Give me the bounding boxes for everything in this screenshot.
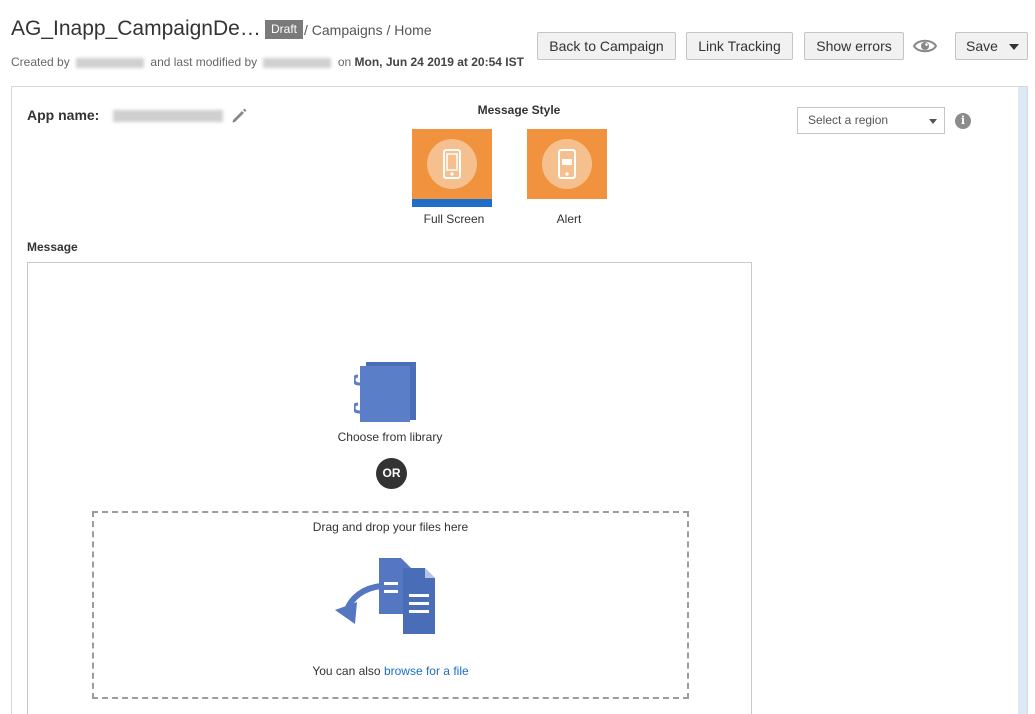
phone-alert-icon — [558, 149, 576, 179]
vertical-scrollbar[interactable] — [1018, 87, 1027, 714]
dropzone-label: Drag and drop your files here — [312, 520, 469, 534]
file-dropzone[interactable]: Drag and drop your files here You can al… — [92, 511, 689, 699]
file-upload-icon — [335, 558, 435, 634]
back-to-campaign-button[interactable]: Back to Campaign — [537, 32, 676, 60]
style-label-full-screen: Full Screen — [423, 212, 485, 226]
modified-info: Created by and last modified by on Mon, … — [11, 55, 524, 69]
on-label: on — [337, 55, 352, 69]
modified-date: Mon, Jun 24 2019 at 20:54 IST — [354, 55, 524, 69]
link-tracking-button[interactable]: Link Tracking — [686, 32, 793, 60]
style-label-alert: Alert — [556, 212, 582, 226]
browse-prefix: You can also — [312, 664, 381, 678]
or-divider-badge: OR — [376, 458, 407, 489]
message-label: Message — [27, 240, 78, 254]
save-label: Save — [966, 38, 998, 54]
status-badge: Draft — [265, 20, 304, 39]
page-header: AG_Inapp_CampaignDe… Draft / Campaigns /… — [0, 0, 1035, 86]
style-tile-full-screen[interactable] — [412, 129, 492, 207]
preview-eye-icon[interactable] — [913, 36, 937, 56]
created-by-label: Created by — [11, 55, 70, 69]
redacted-app-name — [113, 110, 223, 122]
modified-by-label: and last modified by — [150, 55, 258, 69]
choose-from-library-label[interactable]: Choose from library — [320, 430, 460, 444]
chevron-down-icon — [929, 119, 937, 124]
region-select[interactable]: Select a region — [797, 107, 945, 134]
region-select-value: Select a region — [808, 113, 889, 127]
phone-icon — [443, 149, 461, 179]
breadcrumb: / Campaigns / Home — [304, 22, 432, 38]
browse-for-file-link[interactable]: browse for a file — [384, 664, 469, 678]
info-icon[interactable]: i — [955, 113, 971, 129]
redacted-creator — [76, 57, 145, 68]
edit-pencil-icon[interactable] — [230, 107, 248, 125]
app-name-label: App name: — [27, 107, 100, 123]
library-icon[interactable] — [354, 360, 420, 424]
show-errors-button[interactable]: Show errors — [804, 32, 904, 60]
save-button[interactable]: Save — [955, 32, 1028, 60]
message-style-label: Message Style — [477, 103, 561, 117]
breadcrumb-link[interactable]: / Campaigns / Home — [304, 22, 432, 38]
browse-line: You can also browse for a file — [94, 664, 687, 678]
chevron-down-icon[interactable] — [1009, 44, 1019, 50]
redacted-modifier — [263, 57, 332, 68]
style-tile-alert[interactable] — [527, 129, 607, 199]
campaign-title: AG_Inapp_CampaignDe… — [11, 17, 261, 40]
